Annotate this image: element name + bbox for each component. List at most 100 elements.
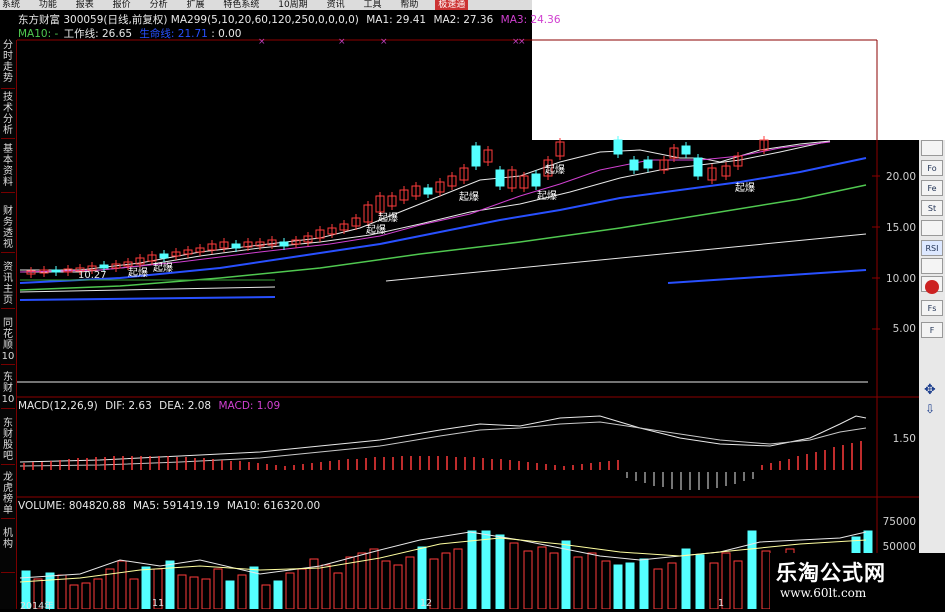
candle-down [51,269,61,273]
toolbar-button[interactable]: St [921,200,943,216]
volume-bar-up [189,576,199,609]
marker-x: × [258,37,266,47]
volume-bar-up [587,552,597,609]
work-line-value: 工作线: 26.65 [63,28,133,40]
ma-line-blue-long [667,269,867,284]
price-header-line2: MA10: - 工作线: 26.65 生命线: 21.71 : 0.00 [18,26,241,41]
ma-line-white [20,140,831,273]
volume-tick-50000: 50000 [882,541,916,553]
volume-bar-down [625,562,635,609]
volume-bar-up [573,556,583,609]
macd-dif-line [19,415,867,463]
volume-bar-up [761,550,771,609]
signal-label: 起爆 [153,263,173,274]
candle-down [629,159,639,171]
arrow-icon[interactable]: ⇩ [925,402,935,416]
candle-down [531,173,541,187]
volume-bar-down [141,566,151,609]
zero-value: : 0.00 [211,28,242,40]
ma1-value: MA1: 29.41 [366,14,427,26]
watermark-url: www.60lt.com [780,586,867,600]
marker-x: × [380,37,388,47]
signal-label: 起爆 [128,268,148,279]
signal-label: 起爆 [735,183,755,194]
signal-label: 起爆 [459,192,479,203]
volume-bar-up [177,574,187,609]
toolbar-button[interactable]: Fe [921,180,943,196]
volume-bar-up [733,560,743,609]
dea-value: DEA: 2.08 [159,400,212,412]
volume-bar-down [681,548,691,609]
kline-chart: × × × ×× [17,37,919,609]
price-tick-5: 5.00 [892,323,916,335]
signal-label: 起爆 [378,213,398,224]
marker-icon[interactable] [925,280,939,294]
volume-bar-down [273,580,283,609]
ma3-value: MA3: 24.36 [500,14,561,26]
toolbar-button[interactable] [921,140,943,156]
toolbar-button[interactable]: RSI [921,240,943,256]
candle-down [471,145,481,167]
right-toolbar: Fo Fe St RSI Fs F ✥ ⇩ [919,140,945,609]
volume-tick-75000: 75000 [882,516,916,528]
volume-bar-up [81,582,91,609]
ma-line-white-2 [20,140,831,271]
toolbar-button[interactable] [921,258,943,274]
volume-bar-down [225,580,235,609]
volume-bar-up [601,560,611,609]
candle-down [423,187,433,195]
macd-title: MACD(12,26,9) [18,400,98,412]
marker-x: × [338,37,346,47]
watermark-title: 乐淘公式网 [776,560,886,585]
volume-bar-up [237,574,247,609]
volume-title: VOLUME: 804820.88 [18,500,126,512]
volume-bar-up [57,574,67,609]
toolbar-button[interactable]: Fs [921,300,943,316]
dif-value: DIF: 2.63 [105,400,152,412]
indicator-name: MA299(5,10,20,60,120,250,0,0,0,0) [170,14,359,26]
volume-bar-up [453,548,463,609]
volume-bar-up [333,572,343,609]
candle-down [693,157,703,177]
volume-bar-up [549,552,559,609]
volume-bar-up [105,568,115,609]
macd-value: MACD: 1.09 [218,400,281,412]
candle-down [681,145,691,155]
life-line-value: 生命线: 21.71 [139,28,208,40]
move-icon[interactable]: ✥ [924,382,936,398]
toolbar-button[interactable]: Fo [921,160,943,176]
volume-bar-down [695,554,705,609]
macd-dea-line [19,421,867,467]
vol-ma10-value: MA10: 616320.00 [226,500,321,512]
toolbar-button[interactable] [921,220,943,236]
volume-bar-down [467,530,477,609]
x-label: 1 [718,598,725,609]
volume-header: VOLUME: 804820.88 MA5: 591419.19 MA10: 6… [18,500,320,512]
volume-bar-up [381,560,391,609]
candle-down [613,139,623,155]
volume-bar-up [523,550,533,609]
price-tick-15: 15.00 [885,222,916,234]
volume-bar-down [613,564,623,609]
x-label: 12 [420,598,433,609]
volume-bar-down [639,558,649,609]
volume-bar-up [667,562,677,609]
price-tick-20: 20.00 [885,171,916,183]
candle-down [643,159,653,169]
x-label: 11 [152,598,165,609]
volume-bar-up [509,542,519,609]
volume-bar-up [653,568,663,609]
macd-tick: 1.50 [892,433,916,445]
volume-bar-up [405,556,415,609]
signal-label: 起爆 [545,165,565,176]
volume-bar-up [69,584,79,609]
stock-name: 东方财富 300059(日线,前复权) [18,14,168,26]
signal-label: 起爆 [537,191,557,202]
price-header: 东方财富 300059(日线,前复权) MA299(5,10,20,60,120… [18,12,561,27]
vol-ma5-value: MA5: 591419.19 [132,500,220,512]
volume-bar-down [495,534,505,609]
volume-bar-down [747,530,757,609]
ma-line-blue-short [19,296,276,301]
marker-x: × [518,37,526,47]
toolbar-button[interactable]: F [921,322,943,338]
